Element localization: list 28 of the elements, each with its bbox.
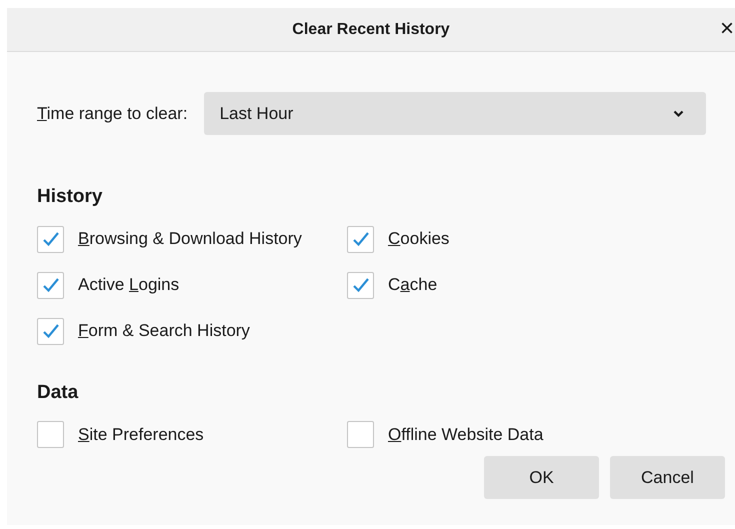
checkbox[interactable]	[37, 318, 64, 344]
check-icon	[352, 277, 370, 293]
chevron-down-icon	[672, 110, 684, 118]
checkbox[interactable]	[347, 272, 374, 298]
checkbox-label: Browsing & Download History	[78, 228, 302, 250]
time-range-label: Time range to clear:	[37, 102, 188, 125]
checkbox[interactable]	[347, 226, 374, 252]
checkbox-label: Cache	[388, 274, 438, 296]
checkbox-label: Active Logins	[78, 274, 180, 296]
section-heading: Data	[37, 380, 78, 404]
close-button[interactable]: ×	[718, 14, 735, 44]
section-heading: History	[37, 185, 102, 209]
window-title: Clear Recent History	[292, 20, 451, 40]
checkbox-label: Cookies	[388, 228, 450, 250]
checkbox[interactable]	[37, 272, 64, 298]
checkbox-label: Offline Website Data	[388, 424, 544, 446]
checkbox-label: Site Preferences	[78, 424, 204, 446]
check-icon	[42, 231, 60, 247]
checkbox[interactable]	[347, 421, 374, 448]
time-range-dropdown[interactable]: Last Hour	[204, 92, 706, 135]
check-icon	[352, 231, 370, 247]
checkbox-label: Form & Search History	[78, 320, 250, 342]
ok-button[interactable]: OK	[484, 456, 599, 499]
check-icon	[42, 323, 60, 339]
checkbox[interactable]	[37, 421, 64, 448]
check-icon	[42, 277, 60, 293]
cancel-button[interactable]: Cancel	[610, 456, 725, 499]
checkbox[interactable]	[37, 226, 64, 252]
